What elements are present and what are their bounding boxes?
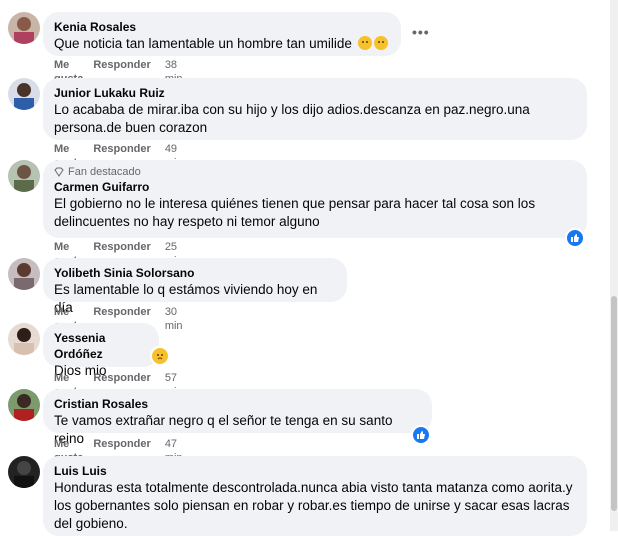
comment-author[interactable]: Junior Lukaku Ruiz xyxy=(54,85,575,101)
comment-text: Honduras esta totalmente descontrolada.n… xyxy=(54,480,573,531)
comment-author[interactable]: Kenia Rosales xyxy=(54,19,389,35)
avatar[interactable] xyxy=(8,323,40,355)
diamond-badge-icon xyxy=(54,167,64,177)
comment-bubble: Fan destacado Carmen Guifarro El gobiern… xyxy=(43,160,587,238)
comment-text-content: Que noticia tan lamentable un hombre tan… xyxy=(54,36,352,51)
comment-bubble: Yessenia Ordóñez Dios mio xyxy=(43,323,159,378)
scrollbar-thumb[interactable] xyxy=(611,296,617,511)
comment-text: Lo acababa de mirar.iba con su hijo y lo… xyxy=(54,102,530,135)
like-reaction-icon[interactable] xyxy=(565,228,585,248)
avatar[interactable] xyxy=(8,12,40,44)
comment-author[interactable]: Carmen Guifarro xyxy=(54,179,575,195)
comment-author[interactable]: Yessenia Ordóñez xyxy=(54,330,147,362)
comment-author[interactable]: Yolibeth Sinia Solorsano xyxy=(54,265,335,281)
avatar[interactable] xyxy=(8,389,40,421)
sad-reaction-icon[interactable] xyxy=(150,346,170,366)
avatar[interactable] xyxy=(8,160,40,192)
avatar[interactable] xyxy=(8,78,40,110)
like-reaction-icon[interactable] xyxy=(411,425,431,445)
comment-bubble: Luis Luis Honduras esta totalmente desco… xyxy=(43,456,587,536)
crying-face-emoji xyxy=(357,36,372,50)
comment-time[interactable]: 30 min xyxy=(165,305,183,333)
comment-bubble: Cristian Rosales Te vamos extrañar negro… xyxy=(43,389,432,446)
comment-text: El gobierno no le interesa quiénes tiene… xyxy=(54,196,536,229)
comment-author[interactable]: Cristian Rosales xyxy=(54,396,420,412)
comment-author[interactable]: Luis Luis xyxy=(54,463,575,479)
comment-text: Que noticia tan lamentable un hombre tan… xyxy=(54,35,389,53)
comment-bubble: Yolibeth Sinia Solorsano Es lamentable l… xyxy=(43,258,347,315)
fan-badge-label: Fan destacado xyxy=(68,166,141,178)
more-horizontal-icon[interactable]: ••• xyxy=(412,24,430,40)
fan-badge: Fan destacado xyxy=(54,165,575,179)
avatar[interactable] xyxy=(8,258,40,290)
comment-bubble: Junior Lukaku Ruiz Lo acababa de mirar.i… xyxy=(43,78,587,140)
avatar[interactable] xyxy=(8,456,40,488)
comment-bubble: Kenia Rosales Que noticia tan lamentable… xyxy=(43,12,401,56)
crying-face-emoji xyxy=(373,36,388,50)
